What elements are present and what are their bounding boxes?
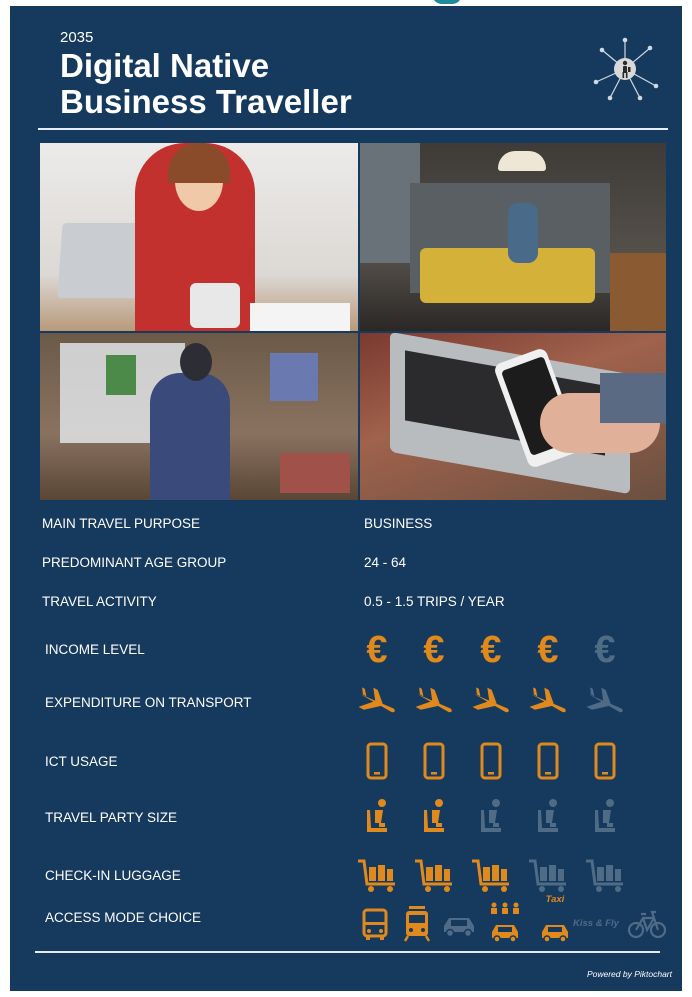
smartphone-icon — [469, 740, 513, 782]
photo-smartphone-laptop — [360, 333, 666, 500]
svg-text:€: € — [594, 629, 615, 670]
photo-grid — [40, 143, 666, 500]
luggage-cart-icon — [469, 854, 513, 896]
rating-icons: € € € € € — [355, 628, 670, 670]
luggage-cart-icon — [412, 854, 456, 896]
bus-icon — [353, 902, 397, 944]
attribute-label: TRAVEL ACTIVITY — [42, 594, 157, 609]
access-mode-label: ACCESS MODE CHOICE — [45, 910, 202, 925]
airplane-icon — [355, 681, 399, 723]
svg-text:€: € — [423, 629, 444, 670]
seated-person-icon — [469, 796, 513, 838]
page-title: Digital Native Business Traveller — [60, 48, 352, 120]
smartphone-icon — [355, 740, 399, 782]
network-traveller-icon — [593, 37, 659, 101]
seated-person-icon — [526, 796, 570, 838]
euro-icon: € — [355, 628, 399, 670]
attribute-label: MAIN TRAVEL PURPOSE — [42, 516, 201, 531]
seated-person-icon — [583, 796, 627, 838]
smartphone-icon — [583, 740, 627, 782]
kiss-and-fly-label: Kiss & Fly — [573, 918, 619, 929]
smartphone-icon — [526, 740, 570, 782]
photo-woman-laptop — [40, 143, 358, 331]
rating-label: TRAVEL PARTY SIZE — [45, 810, 178, 825]
rating-label: ICT USAGE — [45, 754, 118, 769]
euro-icon: € — [469, 628, 513, 670]
taxi-icon: Taxi — [533, 894, 577, 944]
svg-text:€: € — [537, 629, 558, 670]
powered-by-credit: Powered by Piktochart — [586, 969, 672, 979]
smartphone-icon — [412, 740, 456, 782]
rating-icons — [355, 740, 670, 782]
euro-icon: € — [526, 628, 570, 670]
bicycle-icon — [625, 902, 669, 944]
footer-divider — [35, 951, 660, 953]
title-line-1: Digital Native — [60, 47, 270, 84]
photo-holographic-display — [40, 333, 358, 500]
seated-person-icon — [355, 796, 399, 838]
rating-label: CHECK-IN LUGGAGE — [45, 868, 181, 883]
attribute-value: BUSINESS — [364, 516, 433, 531]
attribute-value: 24 - 64 — [364, 555, 407, 570]
rating-label: EXPENDITURE ON TRANSPORT — [45, 695, 252, 710]
seated-person-icon — [412, 796, 456, 838]
year-label: 2035 — [60, 29, 94, 46]
header-divider — [38, 128, 668, 130]
rating-icons — [355, 796, 670, 838]
access-mode-icons: Taxi Kiss & Fly — [353, 894, 670, 944]
rating-icons — [355, 681, 670, 723]
car-icon — [437, 902, 481, 944]
tram-icon — [395, 902, 439, 944]
luggage-cart-icon — [526, 854, 570, 896]
luggage-cart-icon — [355, 854, 399, 896]
rating-icons — [355, 854, 670, 896]
luggage-cart-icon — [583, 854, 627, 896]
airplane-icon — [583, 681, 627, 723]
airplane-icon — [526, 681, 570, 723]
svg-text:€: € — [480, 629, 501, 670]
rating-label: INCOME LEVEL — [45, 642, 145, 657]
attribute-label: PREDOMINANT AGE GROUP — [42, 555, 227, 570]
airplane-icon — [412, 681, 456, 723]
infographic-panel: 2035 Digital Native Business Traveller A… — [10, 6, 682, 991]
accent-tab — [432, 0, 462, 4]
attribute-value: 0.5 - 1.5 TRIPS / YEAR — [364, 594, 505, 609]
kiss-and-fly-icon: Kiss & Fly — [573, 902, 621, 944]
shared-taxi-icon — [483, 902, 527, 944]
svg-text:€: € — [366, 629, 387, 670]
euro-icon: € — [412, 628, 456, 670]
airplane-icon — [469, 681, 513, 723]
title-line-2: Business Traveller — [60, 83, 352, 120]
photo-man-sofa — [360, 143, 666, 331]
euro-icon: € — [583, 628, 627, 670]
